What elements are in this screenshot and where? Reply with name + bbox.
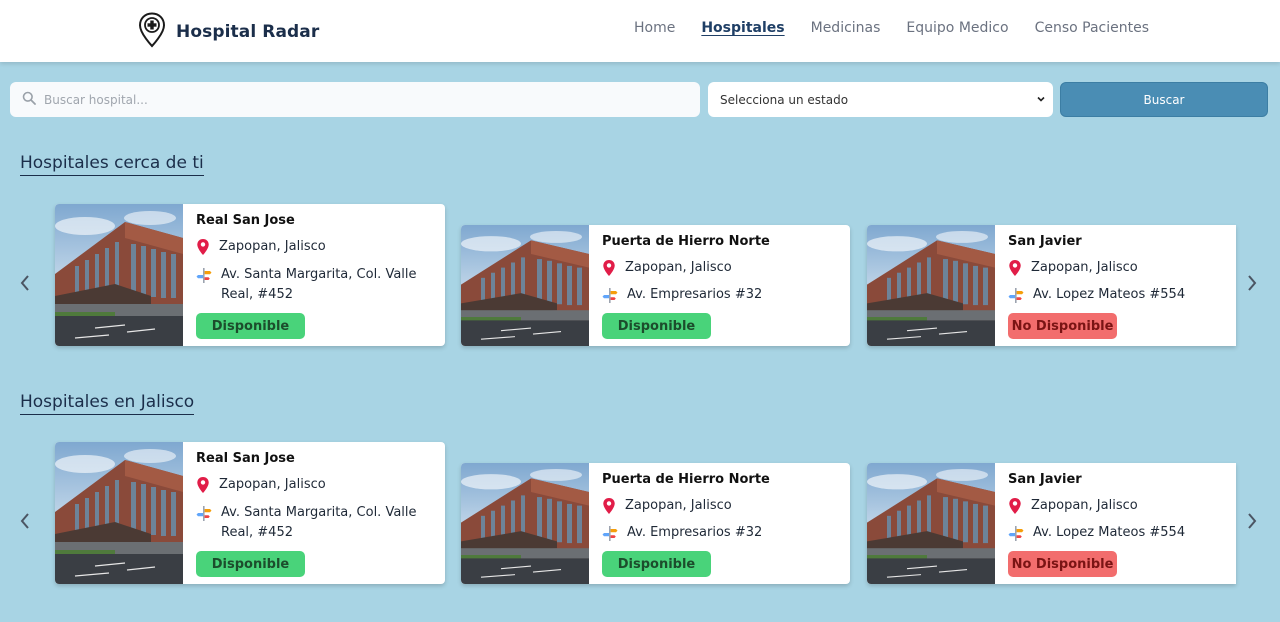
map-pin-icon: [196, 237, 210, 261]
hospital-address: Av. Santa Margarita, Col. Valle Real, #4…: [221, 267, 417, 302]
hospital-name: Real San Jose: [196, 451, 295, 466]
chevron-left-icon: [20, 275, 29, 291]
status-badge: Disponible: [602, 551, 711, 577]
hospital-photo: [461, 463, 589, 584]
main-nav: Home Hospitales Medicinas Equipo Medico …: [634, 20, 1175, 36]
hospital-name: Puerta de Hierro Norte: [602, 234, 770, 249]
section-title-nearby: Hospitales cerca de ti: [20, 153, 204, 176]
location-row: Zapopan, Jalisco: [602, 496, 732, 520]
status-badge: No Disponible: [1008, 551, 1117, 577]
nav-home[interactable]: Home: [634, 20, 675, 36]
nav-censo-pacientes[interactable]: Censo Pacientes: [1035, 20, 1149, 36]
nav-hospitales[interactable]: Hospitales: [701, 20, 784, 36]
hospital-name: Real San Jose: [196, 213, 295, 228]
signpost-icon: [1008, 285, 1024, 309]
map-pin-icon: [602, 496, 616, 520]
hospital-photo: [867, 463, 995, 584]
location-row: Zapopan, Jalisco: [602, 258, 732, 282]
brand[interactable]: Hospital Radar: [138, 12, 319, 52]
chevron-right-icon: [1248, 275, 1257, 291]
hospital-location: Zapopan, Jalisco: [219, 477, 326, 492]
hospital-card[interactable]: San Javier Zapopan, Jalisco Av. Lopez Ma…: [867, 463, 1236, 584]
state-select[interactable]: Selecciona un estado: [708, 82, 1053, 117]
chevron-left-icon: [20, 513, 29, 529]
signpost-icon: [196, 503, 212, 527]
map-pin-icon: [1008, 258, 1022, 282]
signpost-icon: [196, 265, 212, 289]
nav-equipo-medico[interactable]: Equipo Medico: [906, 20, 1008, 36]
chevron-down-icon: [1035, 93, 1047, 108]
hospital-location: Zapopan, Jalisco: [625, 260, 732, 275]
top-navbar: Hospital Radar Home Hospitales Medicinas…: [0, 0, 1280, 62]
map-pin-icon: [602, 258, 616, 282]
address-row: Av. Empresarios #32: [602, 285, 762, 309]
hospital-card[interactable]: Real San Jose Zapopan, Jalisco Av. Santa…: [55, 442, 445, 584]
hospital-name: San Javier: [1008, 472, 1082, 487]
signpost-icon: [602, 285, 618, 309]
address-row: Av. Lopez Mateos #554: [1008, 285, 1185, 309]
hospital-pin-logo-icon: [138, 12, 166, 52]
carousel-next-arrow[interactable]: [1245, 273, 1259, 293]
nav-medicinas[interactable]: Medicinas: [811, 20, 881, 36]
section-title-jalisco: Hospitales en Jalisco: [20, 392, 195, 415]
search-input[interactable]: [44, 92, 664, 107]
hospital-name: San Javier: [1008, 234, 1082, 249]
carousel-prev-arrow[interactable]: [18, 511, 32, 531]
hospital-card[interactable]: San Javier Zapopan, Jalisco Av. Lopez Ma…: [867, 225, 1236, 346]
hospital-photo: [461, 225, 589, 346]
location-row: Zapopan, Jalisco: [196, 237, 326, 261]
hospital-address: Av. Santa Margarita, Col. Valle Real, #4…: [221, 505, 417, 540]
status-badge: Disponible: [196, 551, 305, 577]
carousel-next-arrow[interactable]: [1245, 511, 1259, 531]
map-pin-icon: [1008, 496, 1022, 520]
location-row: Zapopan, Jalisco: [196, 475, 326, 499]
chevron-right-icon: [1248, 513, 1257, 529]
hospital-location: Zapopan, Jalisco: [1031, 260, 1138, 275]
hospital-card[interactable]: Puerta de Hierro Norte Zapopan, Jalisco …: [461, 225, 850, 346]
hospital-address: Av. Lopez Mateos #554: [1033, 525, 1186, 540]
hospital-location: Zapopan, Jalisco: [1031, 498, 1138, 513]
location-row: Zapopan, Jalisco: [1008, 496, 1138, 520]
status-badge: Disponible: [602, 313, 711, 339]
hospital-card[interactable]: Real San Jose Zapopan, Jalisco Av. Santa…: [55, 204, 445, 346]
hospital-card[interactable]: Puerta de Hierro Norte Zapopan, Jalisco …: [461, 463, 850, 584]
address-row: Av. Santa Margarita, Col. Valle Real, #4…: [196, 265, 436, 305]
hospital-location: Zapopan, Jalisco: [219, 239, 326, 254]
address-row: Av. Santa Margarita, Col. Valle Real, #4…: [196, 503, 436, 543]
brand-name: Hospital Radar: [176, 22, 320, 42]
signpost-icon: [602, 523, 618, 547]
hospital-address: Av. Lopez Mateos #554: [1033, 287, 1186, 302]
status-badge: Disponible: [196, 313, 305, 339]
address-row: Av. Lopez Mateos #554: [1008, 523, 1185, 547]
map-pin-icon: [196, 475, 210, 499]
state-select-value: Selecciona un estado: [720, 92, 849, 107]
search-button[interactable]: Buscar: [1060, 82, 1268, 117]
hospital-photo: [867, 225, 995, 346]
hospital-photo: [55, 442, 183, 584]
hospital-location: Zapopan, Jalisco: [625, 498, 732, 513]
hospital-photo: [55, 204, 183, 346]
location-row: Zapopan, Jalisco: [1008, 258, 1138, 282]
carousel-prev-arrow[interactable]: [18, 273, 32, 293]
hospital-address: Av. Empresarios #32: [627, 525, 763, 540]
signpost-icon: [1008, 523, 1024, 547]
search-bar: [10, 82, 700, 117]
address-row: Av. Empresarios #32: [602, 523, 762, 547]
hospital-address: Av. Empresarios #32: [627, 287, 763, 302]
hospital-name: Puerta de Hierro Norte: [602, 472, 770, 487]
status-badge: No Disponible: [1008, 313, 1117, 339]
search-icon: [22, 90, 36, 109]
